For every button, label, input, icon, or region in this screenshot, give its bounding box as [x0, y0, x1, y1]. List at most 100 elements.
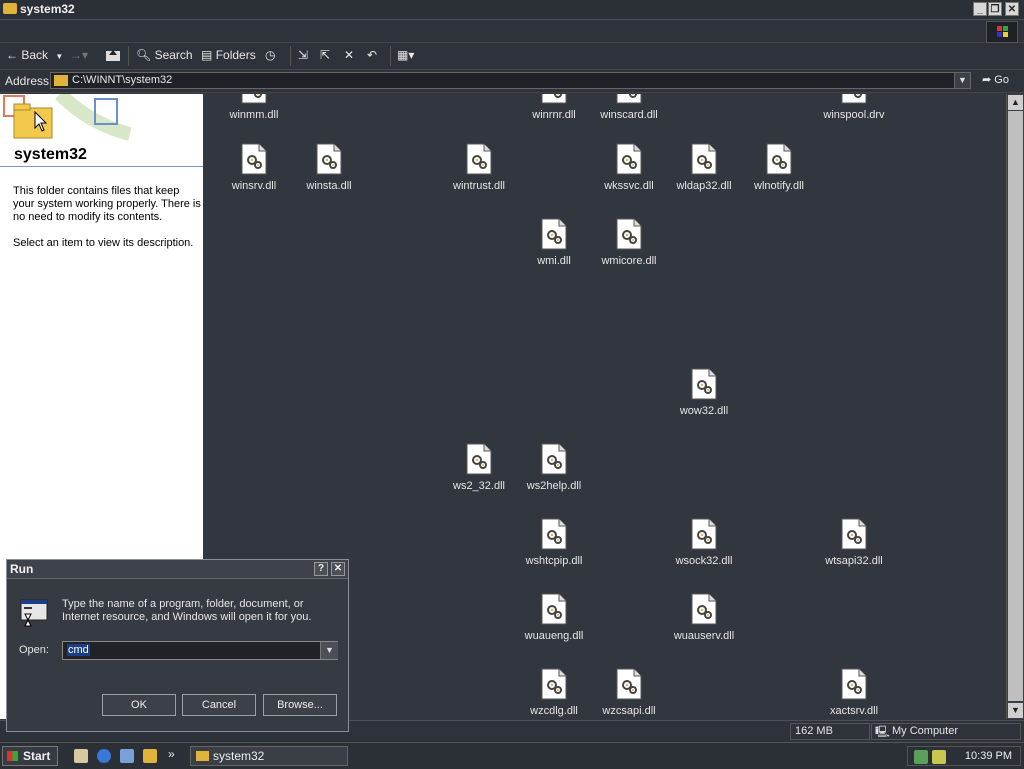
file-item[interactable]: wshtcpip.dll — [514, 515, 594, 587]
file-item[interactable]: wuaueng.dll — [514, 590, 594, 662]
window-title-bar[interactable]: system32 _ ❐ ✕ — [0, 0, 1024, 20]
address-path: C:\WINNT\system32 — [72, 74, 173, 86]
file-item[interactable]: xactsrv.dll — [814, 665, 894, 719]
scroll-up-button[interactable]: ▲ — [1008, 95, 1023, 110]
copy-to-button[interactable]: ⇱ — [320, 48, 330, 62]
file-item[interactable]: winmm.dll — [214, 94, 294, 141]
copy-to-icon: ⇱ — [320, 48, 331, 62]
file-name: ws2help.dll — [526, 480, 582, 492]
dialog-close-button[interactable]: ✕ — [331, 562, 345, 576]
file-item[interactable]: wow32.dll — [664, 365, 744, 437]
search-button[interactable]: 🔍︎ Search — [136, 48, 193, 62]
dll-file-icon — [691, 143, 717, 175]
file-name: wldap32.dll — [676, 180, 732, 192]
menu-bar — [0, 20, 1024, 43]
taskbar-item-system32[interactable]: system32 — [190, 746, 348, 766]
dll-file-icon — [541, 593, 567, 625]
up-folder-button[interactable] — [105, 48, 121, 65]
history-button[interactable]: ◷ — [265, 48, 275, 62]
folders-icon: ▤ — [201, 48, 213, 62]
internet-explorer-icon[interactable] — [97, 749, 111, 763]
system-tray: 10:39 PM — [907, 746, 1021, 766]
clock[interactable]: 10:39 PM — [965, 750, 1012, 762]
folder-hint: Select an item to view its description. — [13, 237, 194, 249]
file-item[interactable]: winsrv.dll — [214, 140, 294, 212]
move-to-icon: ⇲ — [298, 48, 309, 62]
file-item[interactable]: winsta.dll — [289, 140, 369, 212]
views-button[interactable]: ▦▾ — [397, 48, 414, 62]
start-button[interactable]: Start — [2, 746, 58, 766]
file-item[interactable]: winscard.dll — [589, 94, 669, 141]
scroll-thumb[interactable] — [1008, 111, 1023, 701]
dll-file-icon — [616, 94, 642, 104]
quicklaunch-more-icon[interactable]: » — [168, 747, 175, 761]
back-button[interactable]: ← Back ▼ — [6, 48, 63, 62]
delete-button[interactable]: ✕ — [344, 48, 354, 62]
dll-file-icon — [616, 218, 642, 250]
help-button[interactable]: ? — [314, 562, 328, 576]
address-input[interactable]: C:\WINNT\system32 ▼ — [50, 72, 971, 89]
forward-arrow-icon: →▾ — [70, 48, 89, 62]
go-button[interactable]: ➦ Go — [982, 73, 1009, 86]
file-name: winscard.dll — [600, 109, 658, 121]
file-name: wmi.dll — [537, 255, 571, 267]
file-name: winmm.dll — [229, 109, 279, 121]
file-item[interactable]: wintrust.dll — [439, 140, 519, 212]
outlook-express-icon[interactable] — [120, 749, 134, 763]
cancel-button[interactable]: Cancel — [182, 694, 256, 716]
dll-file-icon — [466, 443, 492, 475]
toolbar: ← Back ▼ →▾ 🔍︎ Search ▤ Folders ◷ ⇲ ⇱ ✕ … — [0, 43, 1024, 70]
vertical-scrollbar[interactable]: ▲ ▼ — [1006, 94, 1024, 719]
open-input[interactable]: cmd — [62, 641, 338, 660]
status-size: 162 MB — [790, 723, 870, 740]
file-item[interactable]: wmicore.dll — [589, 215, 669, 287]
taskbar: Start » system32 10:39 PM — [0, 742, 1024, 769]
file-item[interactable]: ws2help.dll — [514, 440, 594, 512]
file-item[interactable]: wsock32.dll — [664, 515, 744, 587]
file-name: xactsrv.dll — [829, 705, 879, 717]
chevron-down-icon: ▼ — [55, 52, 64, 61]
file-item[interactable]: wzcsapi.dll — [589, 665, 669, 719]
explorer-quicklaunch-icon[interactable] — [143, 749, 157, 763]
scroll-down-button[interactable]: ▼ — [1008, 703, 1023, 718]
close-button[interactable]: ✕ — [1005, 2, 1019, 16]
file-item[interactable]: wuauserv.dll — [664, 590, 744, 662]
open-dropdown-button[interactable]: ▼ — [320, 642, 338, 659]
dll-file-icon — [841, 518, 867, 550]
network-icon[interactable] — [914, 750, 928, 764]
dll-file-icon — [616, 143, 642, 175]
open-label: Open: — [19, 644, 49, 656]
dll-file-icon — [541, 94, 567, 104]
file-name: winspool.drv — [823, 109, 885, 121]
file-name: winrnr.dll — [532, 109, 576, 121]
file-name: winsta.dll — [306, 180, 352, 192]
file-item[interactable]: wkssvc.dll — [589, 140, 669, 212]
search-icon: 🔍︎ — [136, 48, 152, 62]
show-desktop-icon[interactable] — [74, 749, 88, 763]
folder-icon — [196, 751, 209, 761]
ok-button[interactable]: OK — [102, 694, 176, 716]
file-name: wsock32.dll — [675, 555, 733, 567]
file-item[interactable]: wtsapi32.dll — [814, 515, 894, 587]
file-item[interactable]: wlnotify.dll — [739, 140, 819, 212]
move-to-button[interactable]: ⇲ — [298, 48, 308, 62]
file-item[interactable]: wldap32.dll — [664, 140, 744, 212]
delete-icon: ✕ — [344, 48, 355, 62]
dll-file-icon — [616, 668, 642, 700]
forward-button[interactable]: →▾ — [70, 48, 88, 62]
file-item[interactable]: ws2_32.dll — [439, 440, 519, 512]
file-item[interactable]: winrnr.dll — [514, 94, 594, 141]
restore-button[interactable]: ❐ — [988, 2, 1002, 16]
address-dropdown-button[interactable]: ▼ — [954, 73, 970, 88]
minimize-button[interactable]: _ — [973, 2, 987, 16]
file-item[interactable]: winspool.drv — [814, 94, 894, 141]
browse-button[interactable]: Browse... — [263, 694, 337, 716]
file-item[interactable]: wzcdlg.dll — [514, 665, 594, 719]
undo-button[interactable]: ↶ — [367, 48, 377, 62]
file-name: ws2_32.dll — [453, 480, 505, 492]
file-item[interactable]: wmi.dll — [514, 215, 594, 287]
run-dialog-title-bar[interactable]: Run ? ✕ — [7, 560, 348, 579]
folders-button[interactable]: ▤ Folders — [201, 48, 256, 62]
volume-icon[interactable] — [932, 750, 946, 764]
status-location: 🖳︎ My Computer — [871, 723, 1021, 740]
